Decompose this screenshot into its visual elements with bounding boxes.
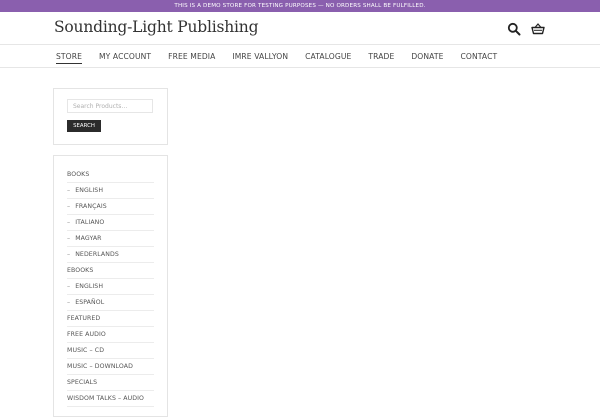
main-navigation: Store My Account Free Media Imre Vallyon… — [0, 44, 600, 68]
category-books-italiano[interactable]: Italiano — [67, 215, 154, 231]
site-header: Sounding-Light Publishing — [0, 12, 600, 44]
nav-trade[interactable]: Trade — [368, 52, 394, 61]
category-ebooks-english[interactable]: English — [67, 279, 154, 295]
nav-my-account[interactable]: My Account — [99, 52, 151, 61]
nav-contact[interactable]: Contact — [461, 52, 498, 61]
product-categories-widget: Books English Français Italiano Magyar N… — [53, 155, 168, 417]
category-books-nederlands[interactable]: Nederlands — [67, 247, 154, 263]
category-list: Books English Français Italiano Magyar N… — [67, 167, 154, 407]
product-search-widget: Search — [53, 88, 168, 145]
nav-donate[interactable]: Donate — [411, 52, 443, 61]
nav-catalogue[interactable]: Catalogue — [305, 52, 351, 61]
category-music-download[interactable]: Music – Download — [67, 359, 154, 375]
category-free-audio[interactable]: Free Audio — [67, 327, 154, 343]
demo-store-notice-text: This is a demo store for testing purpose… — [174, 3, 426, 9]
site-title[interactable]: Sounding-Light Publishing — [54, 18, 258, 36]
category-music-cd[interactable]: Music – CD — [67, 343, 154, 359]
category-books[interactable]: Books — [67, 167, 154, 183]
nav-free-media[interactable]: Free Media — [168, 52, 215, 61]
nav-imre-vallyon[interactable]: Imre Vallyon — [232, 52, 288, 61]
category-wisdom-talks-audio[interactable]: Wisdom Talks – Audio — [67, 391, 154, 407]
demo-store-notice: This is a demo store for testing purpose… — [0, 0, 600, 12]
category-books-magyar[interactable]: Magyar — [67, 231, 154, 247]
search-button[interactable]: Search — [67, 120, 101, 132]
category-ebooks[interactable]: eBooks — [67, 263, 154, 279]
search-icon[interactable] — [507, 21, 521, 36]
category-featured[interactable]: Featured — [67, 311, 154, 327]
product-search-input[interactable] — [67, 99, 153, 113]
basket-icon[interactable] — [531, 21, 545, 35]
category-books-francais[interactable]: Français — [67, 199, 154, 215]
nav-store[interactable]: Store — [56, 52, 83, 64]
category-specials[interactable]: Specials — [67, 375, 154, 391]
category-ebooks-espanol[interactable]: Español — [67, 295, 154, 311]
category-books-english[interactable]: English — [67, 183, 154, 199]
